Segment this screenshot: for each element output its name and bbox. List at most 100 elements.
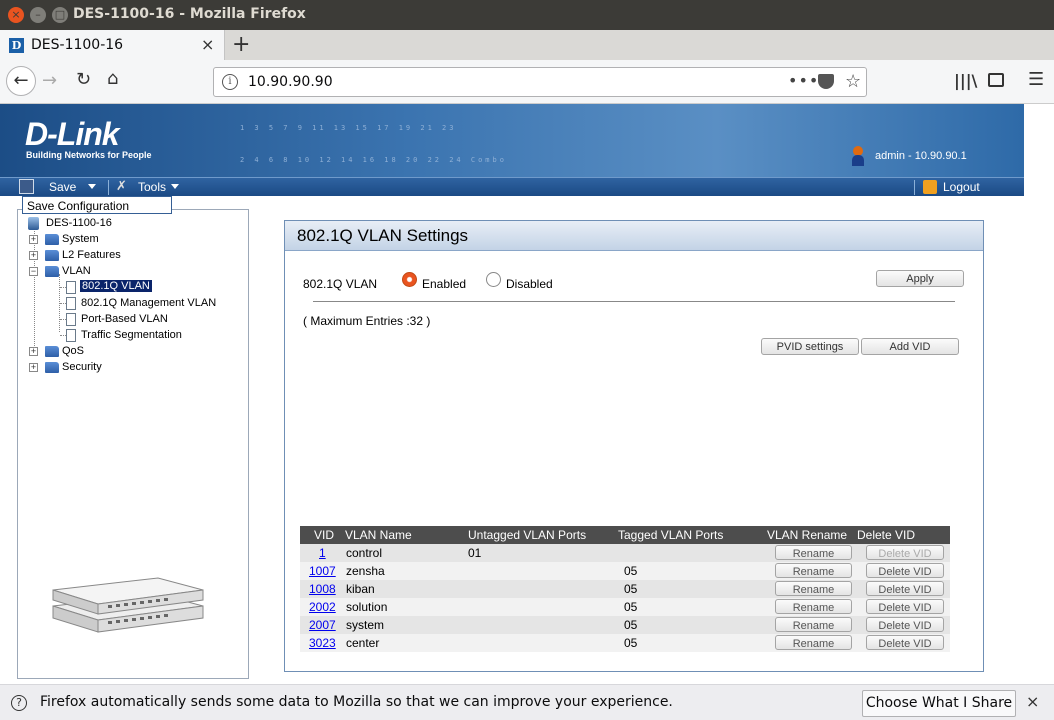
browser-tab[interactable]: D DES-1100-16 × — [0, 30, 225, 60]
tagged-ports: 05 — [624, 618, 638, 632]
window-minimize-button[interactable]: – — [30, 7, 46, 23]
reload-button[interactable]: ↻ — [76, 69, 91, 90]
column-header: VLAN Name — [345, 528, 412, 542]
expand-icon[interactable]: + — [29, 251, 38, 260]
tree-root-label: DES-1100-16 — [46, 217, 112, 229]
delete-vid-button[interactable]: Delete VID — [866, 599, 944, 614]
tagged-ports: 05 — [624, 636, 638, 650]
navigation-tree: DES-1100-16 + System + L2 Features − VLA… — [17, 209, 249, 679]
rename-button[interactable]: Rename — [775, 617, 852, 632]
back-button[interactable]: ← — [6, 66, 36, 96]
delete-vid-button[interactable]: Delete VID — [866, 617, 944, 632]
dlink-logo: D-Link — [25, 116, 120, 152]
tree-item-label: Traffic Segmentation — [81, 329, 182, 341]
library-icon[interactable]: |||\ — [954, 71, 977, 90]
disabled-label[interactable]: Disabled — [506, 277, 553, 291]
table-row: 2007 system 05 Rename Delete VID — [300, 616, 950, 634]
column-header: VID — [314, 528, 335, 542]
page-actions-icon[interactable]: ••• — [788, 71, 819, 90]
delete-vid-button[interactable]: Delete VID — [866, 635, 944, 650]
tab-strip: D DES-1100-16 × + — [0, 30, 1054, 60]
choose-what-i-share-button[interactable]: Choose What I Share — [862, 690, 1016, 717]
rename-button[interactable]: Rename — [775, 563, 852, 578]
disabled-radio[interactable] — [486, 272, 501, 287]
user-icon — [852, 146, 864, 166]
tab-close-icon[interactable]: × — [201, 35, 214, 54]
save-disk-icon[interactable] — [19, 179, 34, 194]
page-content: 1 3 5 7 9 11 13 15 17 19 21 23 2 4 6 8 1… — [0, 104, 1054, 684]
save-configuration-menu-item[interactable]: Save Configuration — [22, 196, 172, 214]
enabled-radio[interactable] — [402, 272, 417, 287]
tree-item-label: L2 Features — [62, 249, 121, 261]
tools-dropdown-arrow-icon[interactable] — [171, 184, 179, 189]
page-icon — [66, 297, 76, 310]
notification-close-icon[interactable]: × — [1026, 692, 1039, 711]
table-row: 1007 zensha 05 Rename Delete VID — [300, 562, 950, 580]
tree-item-label: System — [62, 233, 99, 245]
url-bar[interactable]: i 10.90.90.90 ••• ☆ — [213, 67, 867, 97]
vlan-name: control — [346, 546, 383, 560]
vid-link[interactable]: 2007 — [309, 618, 336, 632]
navigation-toolbar: ← → ↻ ⌂ i 10.90.90.90 ••• ☆ |||\ ☰ — [0, 60, 1054, 104]
logout-key-icon[interactable] — [923, 180, 937, 194]
add-vid-button[interactable]: Add VID — [861, 338, 959, 355]
dlink-favicon-icon: D — [9, 38, 24, 53]
sidebar-toggle-icon[interactable] — [988, 73, 1004, 87]
home-button[interactable]: ⌂ — [107, 68, 118, 89]
folder-icon — [45, 346, 59, 357]
max-entries-text: ( Maximum Entries :32 ) — [303, 314, 431, 328]
vid-link[interactable]: 1008 — [309, 582, 336, 596]
table-row: 3023 center 05 Rename Delete VID — [300, 634, 950, 652]
vid-link[interactable]: 3023 — [309, 636, 336, 650]
logout-link[interactable]: Logout — [943, 180, 980, 194]
site-info-icon[interactable]: i — [222, 74, 238, 90]
apply-button[interactable]: Apply — [876, 270, 964, 287]
pocket-icon[interactable] — [818, 74, 834, 89]
tagged-ports: 05 — [624, 600, 638, 614]
window-title: DES-1100-16 - Mozilla Firefox — [73, 6, 306, 22]
tools-icon[interactable]: ✗ — [116, 179, 127, 194]
tree-item-label: 802.1Q Management VLAN — [81, 297, 217, 309]
save-dropdown-arrow-icon[interactable] — [88, 184, 96, 189]
tree-item-label: VLAN — [62, 265, 91, 277]
new-tab-button[interactable]: + — [232, 32, 250, 57]
vlan-name: kiban — [346, 582, 375, 596]
logo-tagline: Building Networks for People — [26, 150, 152, 160]
rename-button[interactable]: Rename — [775, 635, 852, 650]
vid-link[interactable]: 1 — [319, 546, 326, 560]
column-header: Tagged VLAN Ports — [618, 528, 724, 542]
column-header: VLAN Rename — [767, 528, 848, 542]
tree-item-label: QoS — [62, 345, 85, 357]
rename-button[interactable]: Rename — [775, 599, 852, 614]
table-row: 1 control 01 Rename Delete VID — [300, 544, 950, 562]
vlan-name: center — [346, 636, 380, 650]
rename-button[interactable]: Rename — [775, 581, 852, 596]
vid-link[interactable]: 2002 — [309, 600, 336, 614]
folder-icon — [45, 250, 59, 261]
tools-menu[interactable]: Tools — [138, 180, 166, 194]
window-close-button[interactable]: × — [8, 7, 24, 23]
pvid-settings-button[interactable]: PVID settings — [761, 338, 859, 355]
expand-icon[interactable]: + — [29, 363, 38, 372]
switch-illustration — [52, 577, 204, 633]
expand-icon[interactable]: + — [29, 235, 38, 244]
notification-bar: ? Firefox automatically sends some data … — [0, 684, 1054, 720]
delete-vid-button[interactable]: Delete VID — [866, 581, 944, 596]
collapse-icon[interactable]: − — [29, 267, 38, 276]
window-maximize-button[interactable]: □ — [52, 7, 68, 23]
table-header: VID VLAN Name Untagged VLAN Ports Tagged… — [300, 526, 950, 544]
url-text[interactable]: 10.90.90.90 — [248, 74, 333, 90]
window-titlebar: × – □ DES-1100-16 - Mozilla Firefox — [0, 0, 1054, 30]
tagged-ports: 05 — [624, 582, 638, 596]
expand-icon[interactable]: + — [29, 347, 38, 356]
bookmark-star-icon[interactable]: ☆ — [845, 71, 861, 92]
forward-button[interactable]: → — [42, 70, 57, 91]
rename-button[interactable]: Rename — [775, 545, 852, 560]
delete-vid-button[interactable]: Delete VID — [866, 563, 944, 578]
save-menu[interactable]: Save — [49, 180, 76, 194]
open-folder-icon — [45, 266, 59, 277]
enabled-label[interactable]: Enabled — [422, 277, 466, 291]
folder-icon — [45, 362, 59, 373]
vid-link[interactable]: 1007 — [309, 564, 336, 578]
hamburger-menu-icon[interactable]: ☰ — [1028, 69, 1044, 90]
